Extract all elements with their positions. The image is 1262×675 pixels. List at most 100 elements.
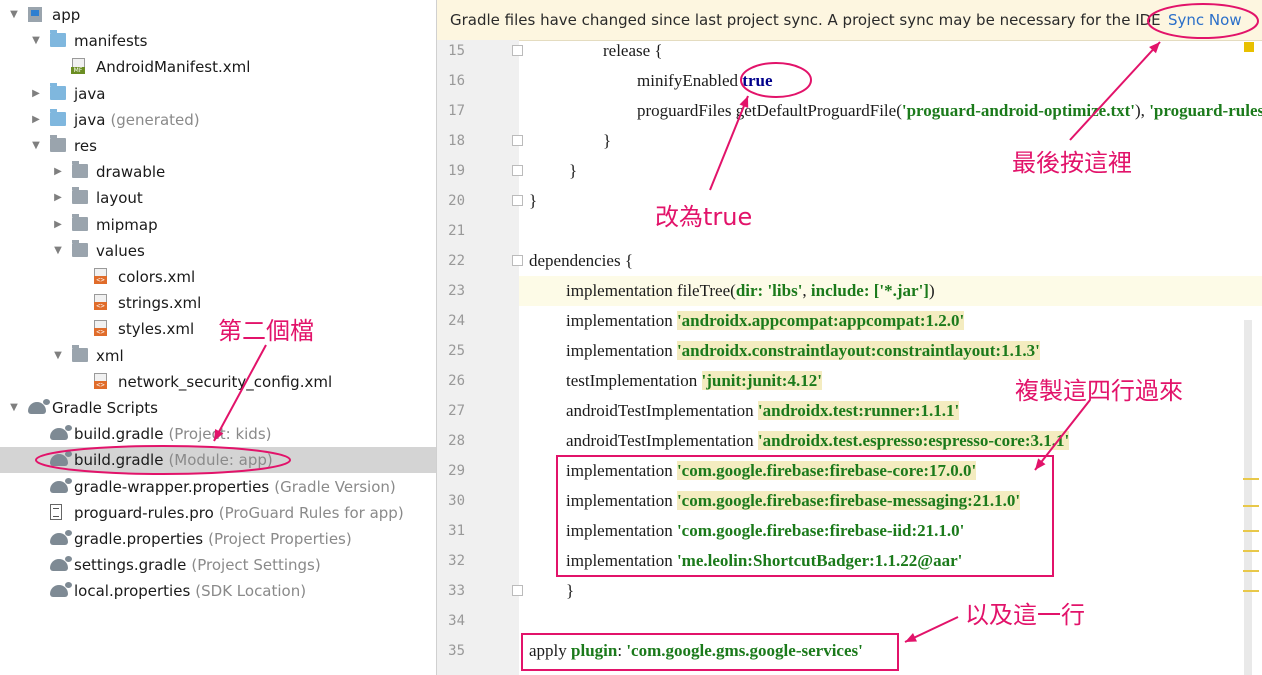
- code-editor: Gradle files have changed since last pro…: [437, 0, 1262, 675]
- code-token: ),: [1135, 101, 1150, 120]
- tree-item[interactable]: gradle.properties (Project Properties): [0, 526, 436, 552]
- xml-file-icon: [94, 268, 107, 284]
- tree-item[interactable]: ▼ values: [0, 238, 436, 264]
- code-line[interactable]: implementation 'com.google.firebase:fire…: [519, 486, 1262, 516]
- code-line[interactable]: [519, 606, 1262, 636]
- code-token: 'androidx.constraintlayout:constraintlay…: [676, 341, 1040, 360]
- tree-item[interactable]: ▼ manifests: [0, 28, 436, 54]
- collapse-arrow-icon[interactable]: ▶: [52, 185, 64, 211]
- collapse-arrow-icon[interactable]: ▶: [52, 159, 64, 185]
- collapse-arrow-icon[interactable]: ▶: [30, 107, 42, 133]
- code-token: release {: [603, 41, 663, 60]
- folder-icon: [72, 239, 88, 257]
- tree-item-hint: (Project Properties): [208, 530, 352, 548]
- tree-item[interactable]: ▶ drawable: [0, 159, 436, 185]
- warning-marker[interactable]: [1243, 530, 1259, 532]
- code-token: implementation: [566, 281, 677, 300]
- tree-item[interactable]: build.gradle (Module: app): [0, 447, 436, 474]
- expand-arrow-icon[interactable]: ▼: [52, 343, 64, 369]
- inspection-status-icon[interactable]: [1244, 42, 1254, 52]
- code-token: 'com.google.firebase:firebase-core:17.0.…: [676, 461, 977, 480]
- code-token: 'junit:junit:4.12': [701, 371, 822, 390]
- code-line[interactable]: release {: [519, 36, 1262, 66]
- code-line[interactable]: implementation 'androidx.appcompat:appco…: [519, 306, 1262, 336]
- folder-icon: [50, 135, 66, 152]
- tree-item-label: build.gradle: [74, 451, 164, 470]
- code-line[interactable]: implementation 'com.google.firebase:fire…: [519, 516, 1262, 546]
- warning-marker[interactable]: [1243, 505, 1259, 507]
- tree-item[interactable]: ▶ mipmap: [0, 212, 436, 238]
- warning-marker[interactable]: [1243, 550, 1259, 552]
- tree-item[interactable]: ▼ xml: [0, 343, 436, 369]
- expand-arrow-icon[interactable]: ▼: [30, 133, 42, 159]
- code-line[interactable]: }: [519, 576, 1262, 606]
- tree-item[interactable]: ▶ java: [0, 81, 436, 107]
- expand-arrow-icon[interactable]: ▼: [8, 2, 20, 28]
- code-token: 'com.google.gms.google-services': [626, 641, 863, 660]
- code-line[interactable]: dependencies {: [519, 246, 1262, 276]
- code-token: :: [617, 641, 627, 660]
- tree-item[interactable]: build.gradle (Project: kids): [0, 421, 436, 447]
- tree-item[interactable]: ▶ java (generated): [0, 107, 436, 133]
- code-token: 'androidx.appcompat:appcompat:1.2.0': [676, 311, 965, 330]
- tree-item[interactable]: colors.xml: [0, 264, 436, 290]
- expand-arrow-icon[interactable]: ▼: [30, 28, 42, 54]
- annotation-and-this-line: 以及這一行: [965, 601, 1085, 629]
- warning-marker[interactable]: [1243, 478, 1259, 480]
- tree-item-label: res: [74, 137, 97, 155]
- code-line[interactable]: [519, 216, 1262, 246]
- code-line[interactable]: implementation fileTree(dir: 'libs', inc…: [519, 276, 1262, 306]
- code-line[interactable]: }: [519, 156, 1262, 186]
- code-token: implementation: [566, 341, 677, 360]
- xml-file-icon: [94, 320, 107, 337]
- code-token: apply: [529, 641, 572, 660]
- tree-item-label: settings.gradle: [74, 556, 187, 575]
- code-token: plugin: [571, 641, 618, 660]
- tree-item[interactable]: ▼ app: [0, 2, 436, 28]
- tree-item[interactable]: ▼ Gradle Scripts: [0, 395, 436, 421]
- expand-arrow-icon[interactable]: ▼: [52, 238, 64, 264]
- tree-item[interactable]: local.properties (SDK Location): [0, 578, 436, 604]
- collapse-arrow-icon[interactable]: ▶: [30, 81, 42, 107]
- code-token: 'androidx.test.espresso:espresso-core:3.…: [757, 431, 1070, 450]
- code-line[interactable]: }: [519, 186, 1262, 216]
- line-number: 31: [448, 523, 465, 539]
- code-line[interactable]: apply plugin: 'com.google.gms.google-ser…: [519, 636, 1262, 666]
- tree-item[interactable]: ▶ layout: [0, 185, 436, 211]
- code-line[interactable]: implementation 'androidx.constraintlayou…: [519, 336, 1262, 366]
- tree-item[interactable]: settings.gradle (Project Settings): [0, 552, 436, 578]
- code-line[interactable]: proguardFiles getDefaultProguardFile('pr…: [519, 96, 1262, 126]
- collapse-arrow-icon[interactable]: ▶: [52, 212, 64, 238]
- tree-item-label: styles.xml: [118, 320, 195, 339]
- code-line[interactable]: minifyEnabled true: [519, 66, 1262, 96]
- folder-icon: [72, 213, 88, 231]
- tree-item-hint: (Gradle Version): [274, 477, 396, 496]
- code-line[interactable]: implementation 'me.leolin:ShortcutBadger…: [519, 546, 1262, 576]
- code-token: }: [566, 581, 575, 600]
- warning-marker[interactable]: [1243, 570, 1259, 572]
- code-line[interactable]: }: [519, 126, 1262, 156]
- warning-marker[interactable]: [1243, 590, 1259, 592]
- tree-item[interactable]: network_security_config.xml: [0, 369, 436, 395]
- code-token: proguardFiles: [637, 101, 736, 120]
- code-line[interactable]: implementation 'com.google.firebase:fire…: [519, 456, 1262, 486]
- tree-item[interactable]: AndroidManifest.xml: [0, 54, 436, 80]
- code-token: androidTestImplementation: [566, 431, 758, 450]
- tree-item-label: layout: [96, 189, 143, 208]
- tree-item-hint: (ProGuard Rules for app): [218, 503, 404, 522]
- tree-item-label: proguard-rules.pro: [74, 503, 214, 522]
- tree-item[interactable]: gradle-wrapper.properties (Gradle Version…: [0, 474, 436, 500]
- gradle-icon: [50, 530, 72, 545]
- scrollbar-thumb[interactable]: [1244, 320, 1252, 675]
- xml-file-icon: [94, 372, 107, 389]
- line-number: 16: [448, 73, 465, 89]
- sync-now-link[interactable]: Sync Now: [1168, 0, 1242, 40]
- code-line[interactable]: androidTestImplementation 'androidx.test…: [519, 426, 1262, 456]
- expand-arrow-icon[interactable]: ▼: [8, 395, 20, 421]
- folder-icon: [50, 30, 66, 48]
- tree-item-label: java: [74, 84, 106, 103]
- tree-item[interactable]: proguard-rules.pro (ProGuard Rules for ap…: [0, 500, 436, 526]
- tree-item-label: manifests: [74, 32, 148, 51]
- tree-item[interactable]: ▼ res: [0, 133, 436, 159]
- gradle-icon: [50, 425, 72, 441]
